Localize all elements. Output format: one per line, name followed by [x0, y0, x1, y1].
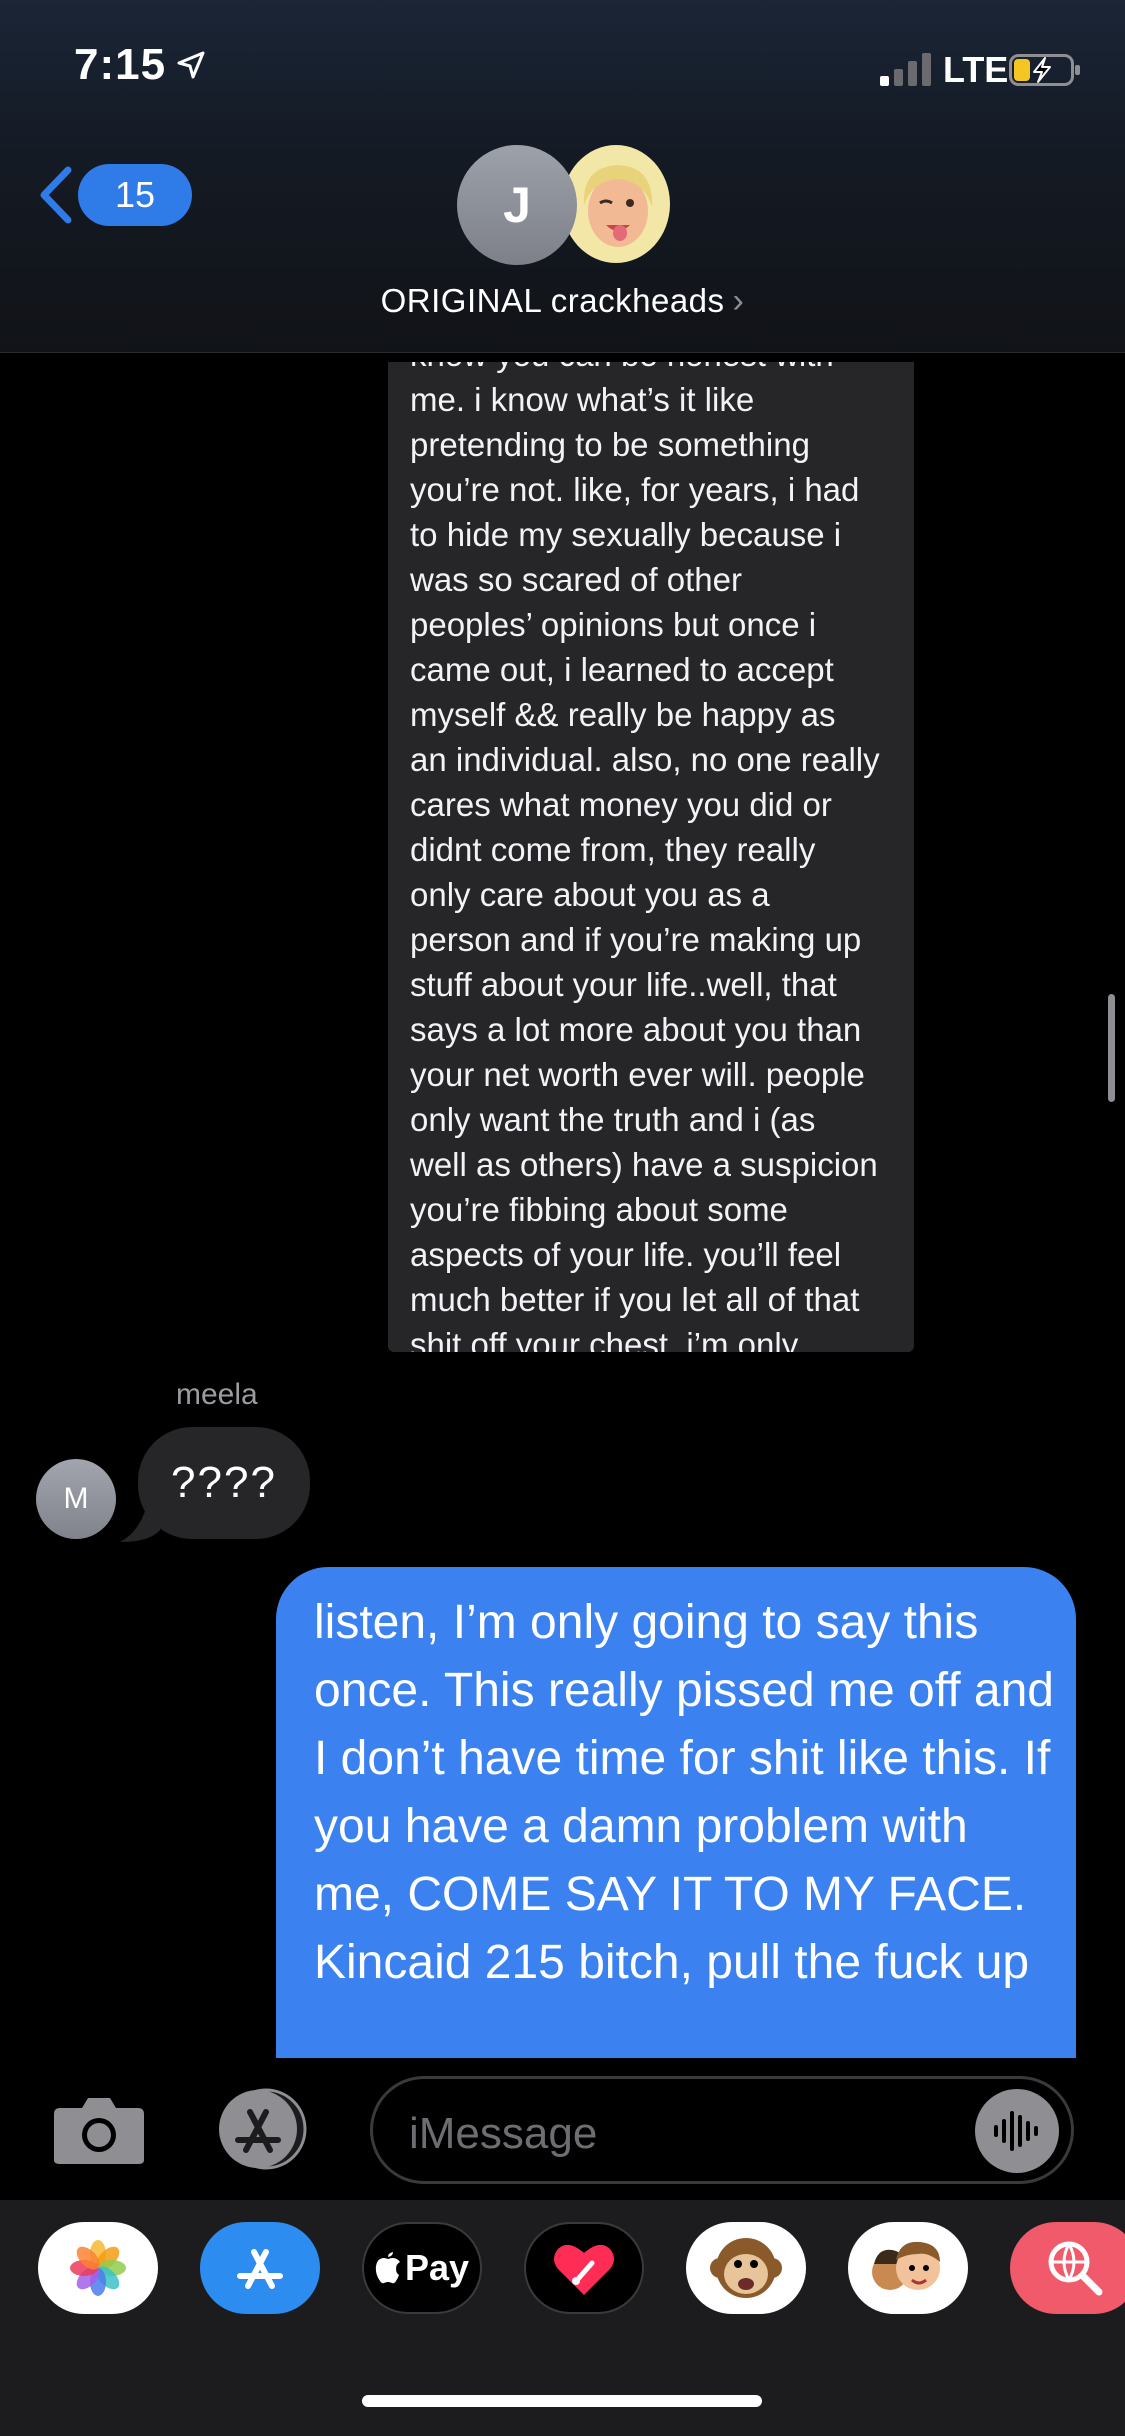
audio-record-button[interactable] — [975, 2089, 1059, 2173]
compose-bar: iMessage — [0, 2058, 1125, 2200]
digital-touch-button[interactable] — [524, 2222, 644, 2314]
apple-pay-label: Pay — [404, 2247, 470, 2288]
memoji-avatar[interactable] — [562, 145, 670, 263]
imessage-app-drawer: Pay — [0, 2200, 1125, 2436]
conversation-header: 7:15 LTE 15 J ORIGINAL crackheads › — [0, 0, 1125, 353]
chevron-right-icon: › — [732, 282, 745, 320]
animoji-button[interactable] — [686, 2222, 806, 2314]
group-avatar-j[interactable]: J — [457, 145, 577, 265]
message-input-placeholder: iMessage — [409, 2109, 598, 2158]
memoji-stickers-icon — [872, 2241, 940, 2290]
camera-icon[interactable] — [52, 2094, 146, 2166]
unread-count-badge: 15 — [78, 164, 192, 226]
sender-avatar[interactable]: M — [36, 1459, 116, 1539]
home-indicator[interactable] — [362, 2395, 762, 2407]
digital-touch-icon — [554, 2244, 614, 2295]
outgoing-message-bubble[interactable]: listen, I’m only going to say this once.… — [276, 1567, 1076, 2058]
message-thread[interactable]: know you can be honest with me. i know w… — [0, 352, 1125, 2058]
battery-charging-icon — [1009, 54, 1080, 86]
status-time: 7:15 — [74, 40, 167, 89]
app-store-button-icon[interactable] — [208, 2088, 318, 2170]
network-type: LTE — [943, 49, 1009, 90]
photos-app-button[interactable] — [38, 2222, 158, 2314]
group-name-button[interactable]: ORIGINAL crackheads › — [0, 282, 1125, 321]
back-button[interactable]: 15 — [36, 162, 192, 226]
incoming-message-text-short: ???? — [171, 1458, 277, 1507]
waveform-icon — [994, 2111, 1038, 2151]
location-arrow-icon — [177, 51, 205, 79]
message-input[interactable]: iMessage — [370, 2076, 1074, 2184]
memoji-stickers-button[interactable] — [848, 2222, 968, 2314]
cellular-signal-icon — [880, 53, 931, 86]
scroll-indicator — [1108, 994, 1115, 1102]
incoming-message-bubble[interactable]: know you can be honest with me. i know w… — [388, 362, 914, 1352]
animoji-monkey-icon — [710, 2238, 782, 2298]
apple-logo-icon — [375, 2252, 400, 2284]
group-name: ORIGINAL crackheads — [380, 282, 725, 319]
incoming-message-text: know you can be honest with me. i know w… — [410, 362, 880, 1352]
outgoing-message-text: listen, I’m only going to say this once.… — [314, 1596, 1054, 1989]
app-store-app-button[interactable] — [200, 2222, 320, 2314]
memoji-face-icon — [583, 165, 653, 247]
web-search-icon — [1048, 2241, 1103, 2296]
app-store-icon — [237, 2249, 283, 2289]
photos-icon — [70, 2240, 126, 2296]
chevron-left-icon — [40, 166, 72, 224]
sender-name: meela — [176, 1378, 258, 1411]
incoming-message-bubble-short[interactable]: ???? — [138, 1427, 310, 1539]
apple-pay-button[interactable]: Pay — [362, 2222, 482, 2314]
web-search-button[interactable] — [1010, 2222, 1125, 2314]
